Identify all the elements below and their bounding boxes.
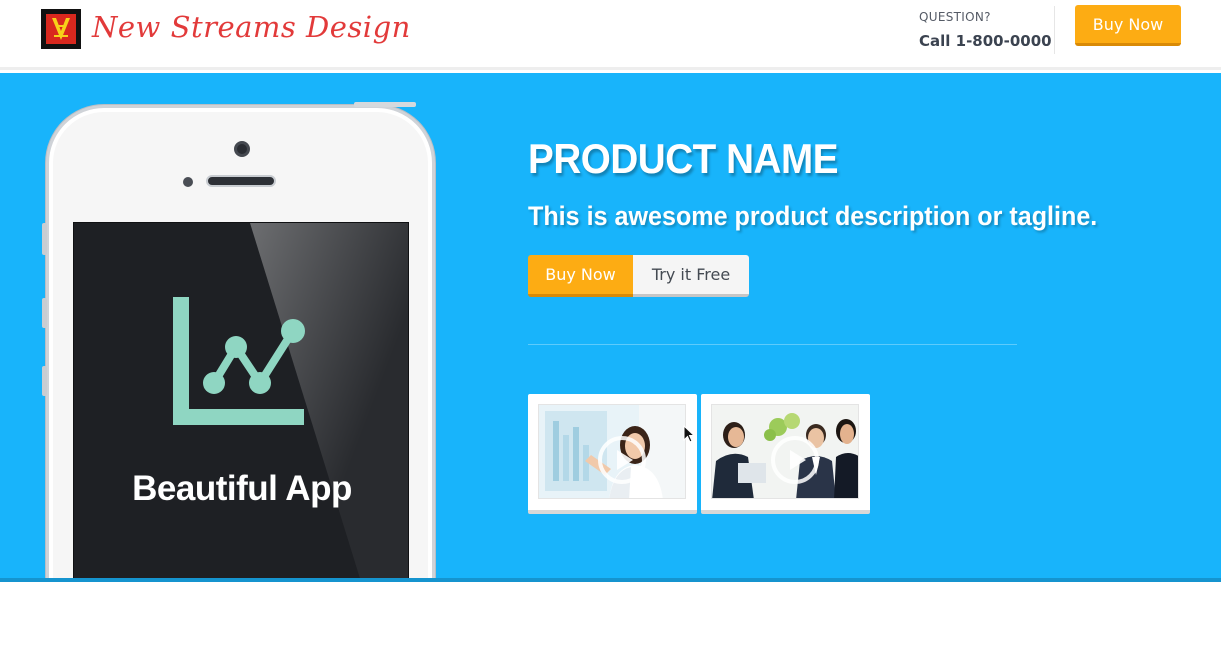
- hero-divider: [528, 344, 1017, 345]
- product-tagline: This is awesome product description or t…: [528, 201, 1098, 231]
- phone-mockup: Beautiful App: [42, 102, 435, 578]
- video-thumbnail-image: [711, 404, 859, 499]
- chart-app-icon: [173, 297, 305, 425]
- phone-sensor: [183, 177, 193, 187]
- play-icon[interactable]: [771, 436, 819, 484]
- question-label: QUESTION?: [919, 10, 991, 24]
- phone-screen: Beautiful App: [73, 222, 409, 578]
- hero-section: Beautiful App PRODUCT NAME This is aweso…: [0, 73, 1221, 582]
- cta-button-group: Buy Now Try it Free: [528, 255, 749, 297]
- video-thumbnail-2[interactable]: [701, 394, 870, 514]
- video-thumbnail-image: [538, 404, 686, 499]
- app-title: Beautiful App: [132, 469, 352, 508]
- play-icon[interactable]: [598, 436, 646, 484]
- phone-camera: [234, 141, 250, 157]
- phone-volume-down: [42, 366, 47, 396]
- logo-text[interactable]: New Streams Design: [92, 10, 411, 44]
- product-name-heading: PRODUCT NAME: [528, 135, 839, 182]
- logo-icon[interactable]: [41, 9, 81, 49]
- header-buy-now-button[interactable]: Buy Now: [1075, 5, 1181, 46]
- phone-speaker: [206, 175, 276, 187]
- video-thumbnail-1[interactable]: [528, 394, 697, 514]
- try-it-free-button[interactable]: Try it Free: [633, 255, 749, 297]
- phone-mute-switch: [42, 223, 47, 255]
- hero-buy-now-button[interactable]: Buy Now: [528, 255, 633, 297]
- mouse-cursor-icon: [683, 425, 696, 443]
- header-divider: [1054, 6, 1055, 54]
- site-header: New Streams Design QUESTION? Call 1-800-…: [0, 0, 1221, 70]
- phone-number: Call 1-800-0000: [919, 32, 1052, 50]
- phone-volume-up: [42, 298, 47, 328]
- phone-power-button: [354, 102, 416, 107]
